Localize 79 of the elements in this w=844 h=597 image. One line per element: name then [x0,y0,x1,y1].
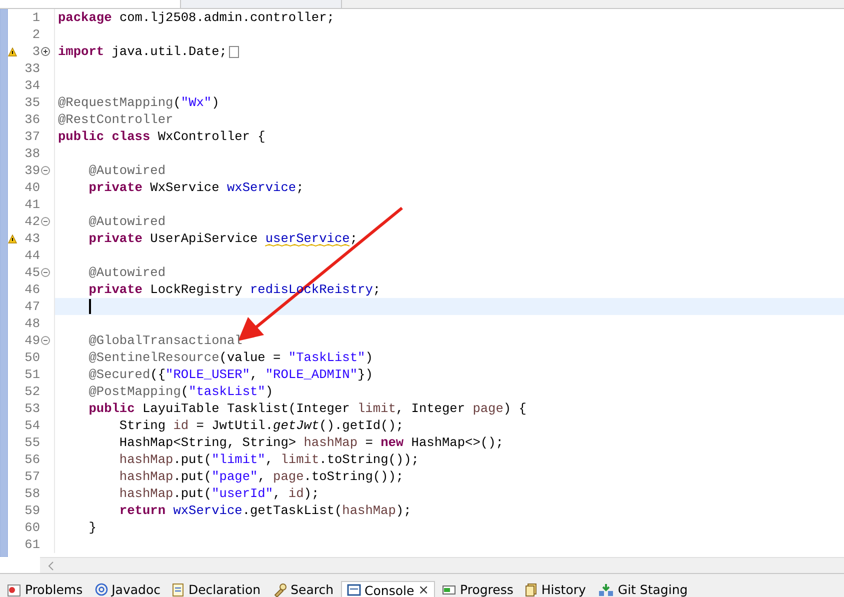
code-line: @SentinelResource(value = "TaskList") [88,350,373,365]
history-icon [525,582,538,596]
line-number: 57 [24,469,40,484]
code-line: private WxService wxService; [88,180,304,195]
code-line: @Autowired [88,163,166,178]
scroll-left-icon[interactable] [46,560,56,570]
code-line: hashMap.put("userId", id); [118,486,320,501]
code-line: String id = JwtUtil.getJwt().getId(); [118,418,404,433]
view-tab[interactable]: Git Staging [592,581,693,597]
line-number: 34 [24,78,40,93]
line-number: 49 [24,333,40,348]
code-line: HashMap<String, String> hashMap = new HashMap<>(); [118,435,504,450]
line-number: 3 [31,44,40,59]
view-tab[interactable]: Problems [2,581,88,597]
line-number: 2 [31,27,40,42]
view-tab[interactable]: Javadoc [90,581,166,597]
line-number: 38 [24,146,40,161]
line-number: 40 [24,180,40,195]
line-number: 60 [24,520,40,535]
line-number: 61 [24,537,40,552]
collapse-fold-icon[interactable] [40,166,50,175]
code-line: @GlobalTransactional [88,333,242,348]
line-number: 50 [24,350,40,365]
view-tab[interactable]: History [520,581,591,597]
line-number: 37 [24,129,40,144]
line-number: 48 [24,316,40,331]
code-line: private UserApiService userService; [88,231,358,246]
code-line: public LayuiTable Tasklist(Integer limit, Integer page) { [88,401,526,416]
line-number: 51 [24,367,40,382]
code-line: hashMap.put("limit", limit.toString()); [118,452,419,467]
code-line: public class WxController { [58,129,266,144]
progress-icon [442,584,456,596]
code-line: return wxService.getTaskList(hashMap); [118,503,412,518]
line-number: 46 [24,282,40,297]
view-tab[interactable]: Search [268,581,339,597]
view-tab[interactable]: Declaration [167,581,266,597]
flashlight-icon [272,582,287,596]
line-number: 35 [24,95,40,110]
code-line: @Autowired [88,265,166,280]
code-line: @RequestMapping("Wx") [58,95,220,110]
line-number: 54 [24,418,40,433]
line-number: 41 [24,197,40,212]
line-number: 33 [24,61,40,76]
code-line: } [88,520,96,535]
view-tab[interactable]: Console × [340,581,436,597]
line-number: 53 [24,401,40,416]
line-number: 36 [24,112,40,127]
expand-fold-icon[interactable] [40,47,50,56]
line-number: 43 [24,231,40,246]
line-number: 39 [24,163,40,178]
code-line: @RestController [58,112,174,127]
code-line: @Autowired [88,214,166,229]
code-line: package com.lj2508.admin.controller; [58,10,334,25]
line-number: 45 [24,265,40,280]
at-sign-icon [94,583,108,596]
code-line: @Secured({"ROLE_USER", "ROLE_ADMIN"}) [88,367,373,382]
line-number: 59 [24,503,40,518]
code-line: hashMap.put("page", page.toString()); [118,469,404,484]
git-staging-icon [598,582,614,596]
code-line: @PostMapping("taskList") [88,384,274,399]
collapse-fold-icon[interactable] [40,268,50,277]
code-line: import java.util.Date; [58,44,227,59]
line-number: 1 [31,10,40,25]
problems-icon [7,582,21,596]
line-number: 56 [24,452,40,467]
line-number: 47 [24,299,40,314]
collapse-fold-icon[interactable] [40,336,50,345]
line-number: 44 [24,248,40,263]
collapse-fold-icon[interactable] [40,217,50,226]
line-number: 58 [24,486,40,501]
line-number: 42 [24,214,40,229]
console-icon [346,584,361,596]
line-number: 52 [24,384,40,399]
close-icon[interactable]: × [418,582,430,597]
line-number: 55 [24,435,40,450]
view-tab[interactable]: Progress [437,581,518,597]
folded-code-icon[interactable] [228,46,239,58]
document-icon [172,582,184,596]
text-caret [89,299,91,314]
